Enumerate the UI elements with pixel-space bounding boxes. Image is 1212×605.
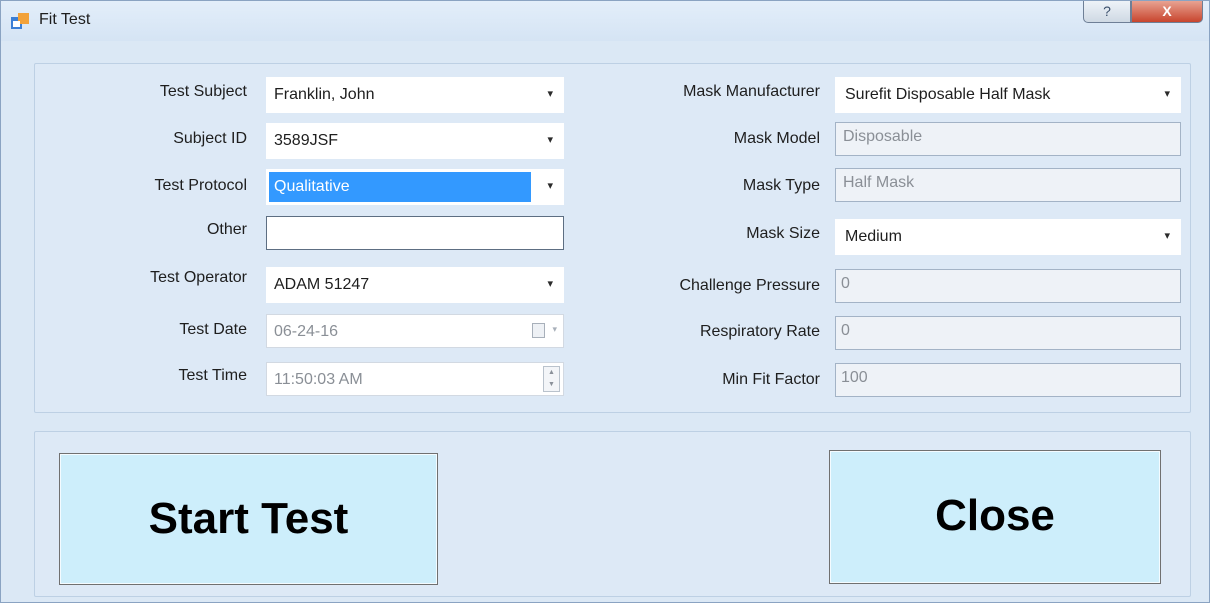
test-protocol-value: Qualitative (274, 178, 350, 195)
test-time-picker[interactable]: 11:50:03 AM ▲ ▼ (266, 362, 564, 396)
subject-id-dropdown[interactable]: 3589JSF ▾ (266, 123, 564, 159)
other-input[interactable] (266, 216, 564, 250)
mask-manufacturer-label: Mask Manufacturer (683, 83, 820, 100)
test-time-label: Test Time (178, 367, 247, 384)
respiratory-rate-value: 0 (841, 322, 850, 339)
test-subject-value: Franklin, John (274, 86, 375, 103)
time-spinner-icon[interactable]: ▲ ▼ (543, 366, 560, 392)
mask-size-dropdown[interactable]: Medium ▾ (835, 219, 1181, 255)
chevron-down-icon: ▾ (1164, 88, 1170, 100)
fit-test-window: Fit Test ? X Test Subject Franklin, John… (0, 0, 1210, 603)
min-fit-factor-field: 100 (835, 363, 1181, 397)
start-test-button[interactable]: Start Test (59, 453, 438, 585)
mask-size-label: Mask Size (746, 225, 820, 242)
title-bar: Fit Test ? X (1, 1, 1209, 41)
mask-manufacturer-value: Surefit Disposable Half Mask (845, 86, 1051, 103)
start-test-label: Start Test (148, 494, 349, 543)
mask-model-field: Disposable (835, 122, 1181, 156)
other-label: Other (206, 221, 247, 238)
chevron-down-icon: ▾ (547, 180, 553, 192)
window-close-button[interactable]: X (1131, 1, 1203, 23)
help-button[interactable]: ? (1083, 1, 1131, 23)
subject-id-value: 3589JSF (274, 132, 339, 149)
close-button[interactable]: Close (829, 450, 1161, 584)
calendar-icon[interactable] (532, 323, 545, 338)
chevron-down-icon: ▾ (547, 278, 553, 290)
test-date-picker[interactable]: 06-24-16 ▾ (266, 314, 564, 348)
chevron-down-icon: ▾ (547, 88, 553, 100)
min-fit-factor-label: Min Fit Factor (722, 371, 820, 388)
respiratory-rate-field: 0 (835, 316, 1181, 350)
test-subject-label: Test Subject (159, 83, 247, 100)
test-date-value: 06-24-16 (274, 323, 339, 340)
test-time-value: 11:50:03 AM (274, 371, 363, 388)
test-protocol-label: Test Protocol (154, 177, 247, 194)
mask-type-field: Half Mask (835, 168, 1181, 202)
window-title: Fit Test (39, 11, 91, 28)
close-label: Close (935, 491, 1055, 540)
help-icon: ? (1103, 3, 1111, 19)
min-fit-factor-value: 100 (841, 369, 868, 386)
close-icon: X (1162, 3, 1172, 19)
mask-type-label: Mask Type (742, 177, 820, 194)
mask-size-value: Medium (845, 228, 902, 245)
test-operator-dropdown[interactable]: ADAM 51247 ▾ (266, 267, 564, 303)
test-date-label: Test Date (179, 321, 247, 338)
chevron-down-icon: ▾ (547, 134, 553, 146)
challenge-pressure-field: 0 (835, 269, 1181, 303)
challenge-pressure-value: 0 (841, 275, 850, 292)
app-window-icon (11, 13, 29, 29)
mask-manufacturer-dropdown[interactable]: Surefit Disposable Half Mask ▾ (835, 77, 1181, 113)
mask-model-value: Disposable (843, 128, 923, 145)
test-protocol-dropdown[interactable]: Qualitative ▾ (266, 169, 564, 205)
mask-type-value: Half Mask (843, 174, 915, 191)
test-subject-dropdown[interactable]: Franklin, John ▾ (266, 77, 564, 113)
challenge-pressure-label: Challenge Pressure (679, 277, 820, 294)
chevron-down-icon: ▾ (1164, 230, 1170, 242)
subject-id-label: Subject ID (173, 130, 247, 147)
chevron-down-icon: ▾ (552, 324, 557, 334)
mask-model-label: Mask Model (733, 130, 820, 147)
respiratory-rate-label: Respiratory Rate (699, 323, 820, 340)
test-operator-value: ADAM 51247 (274, 276, 370, 293)
test-operator-label: Test Operator (150, 269, 247, 286)
